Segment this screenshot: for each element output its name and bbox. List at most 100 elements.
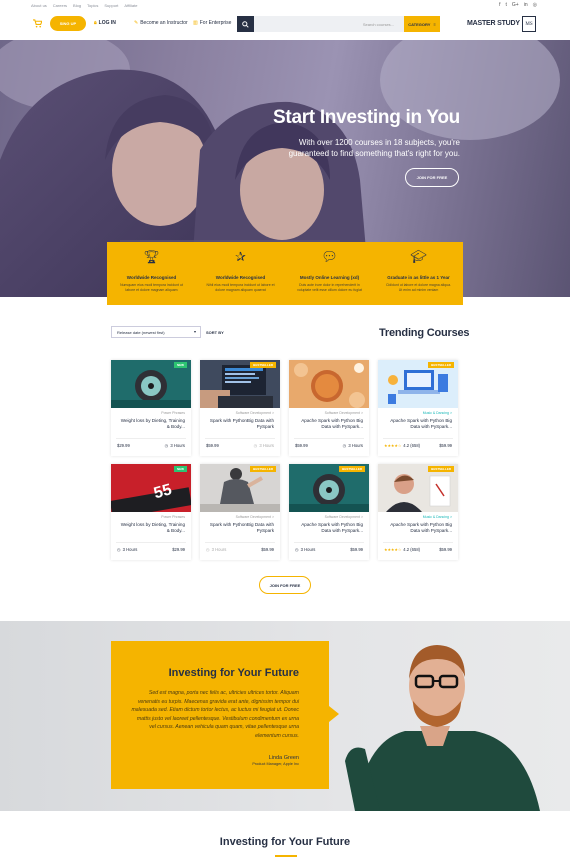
course-card[interactable]: 55 NEW Power Phrases Weight loss by Diet… [111,464,191,560]
social-links: f t G+ in ◎ [499,2,537,8]
feature-desc: Cididunt ut labore et dolore magna aliqu… [386,283,451,292]
feature-desc: Nihil eius modi tempora incidunt ut labo… [206,283,275,292]
logo-text[interactable]: MASTER STUDY [467,20,520,27]
building-icon: ▥ [193,20,198,26]
trophy-icon: 🏆︎ [143,249,160,264]
course-card[interactable]: BESTSELLER Music & Dancing > Apache Spar… [378,464,458,560]
course-rating: ★★★★☆ 4.2 (658) [384,443,420,448]
course-price: $59.99 [439,443,452,448]
course-title[interactable]: Spark with PythonBig Data with PySpark [206,418,274,430]
feature-title: Graduate in as little as 1 Year [387,275,450,280]
facebook-icon[interactable]: f [499,2,500,8]
course-category[interactable]: Power Phrases [161,515,185,519]
course-category[interactable]: Software Development > [236,515,274,519]
top-link-blog[interactable]: Blog [73,3,81,8]
lock-icon: 🔒︎ [94,20,97,26]
clock-icon: ◷ [164,443,169,448]
divider [294,438,364,439]
sort-select[interactable]: Release date (newest first) ▾ [111,326,201,338]
search-input[interactable]: Search courses... [254,16,404,32]
badge-bestseller: BESTSELLER [250,362,276,368]
course-title[interactable]: Weight loss by Dieting, Training & Body.… [117,522,185,534]
testimonial-title: Investing for Your Future [168,667,299,679]
hero-join-button[interactable]: JOIN FOR FREE [405,168,459,187]
divider [116,438,186,439]
testimonial-quote: Sed est magna, porta nec felis ac, ultri… [131,690,299,739]
header: SING UP 🔒︎ LOG IN ✎ Become an Instructor… [0,10,570,40]
top-link-support[interactable]: Support [104,3,118,8]
instagram-icon[interactable]: ◎ [533,2,537,8]
top-link-affiliate[interactable]: Affiliate [124,3,137,8]
signup-button[interactable]: SING UP [50,16,86,31]
enterprise-link[interactable]: ▥ For Enterprise [193,20,231,26]
course-category[interactable]: Software Development > [325,411,363,415]
course-duration-label: 3 Hours [259,443,274,448]
divider [205,438,275,439]
course-category[interactable]: Power Phrases [161,411,185,415]
course-title[interactable]: Weight loss by Dieting, Training & Body.… [117,418,185,430]
clock-icon: ◷ [117,547,121,552]
feature-item: ✰ Worldwide Recognised Nihil eius modi t… [196,242,285,305]
course-title[interactable]: Apache Spark with Python Big Data with P… [384,418,452,430]
course-card[interactable]: BESTSELLER Software Development > Spark … [200,360,280,456]
heading-underline [275,855,297,857]
become-instructor-link[interactable]: ✎ Become an Instructor [134,20,188,26]
divider [116,542,186,543]
course-duration-label: 3 Hours [348,443,363,448]
enterprise-label: For Enterprise [199,20,232,26]
feature-title: Worldwide Recognised [215,275,266,280]
feature-item: 🏆︎ Worldwide Recognised Numquam eius mod… [107,242,196,305]
divider [294,542,364,543]
course-title[interactable]: Apache Spark with Python Big Data with P… [295,522,363,534]
feature-title: Worldwide Recognised [126,275,177,280]
feature-desc: Numquam eius modi tempora incidunt ut la… [120,283,183,292]
login-link[interactable]: 🔒︎ LOG IN [94,20,116,26]
top-links: About us Careers Blog Topics Support Aff… [31,3,137,8]
course-duration: ◷ 3 Hours [295,547,315,552]
course-price: $59.99 [295,443,308,448]
top-link-careers[interactable]: Careers [53,3,67,8]
feature-title: Mostly Online Learning (xd) [299,275,360,280]
course-card[interactable]: BESTSELLER Software Development > Apache… [289,464,369,560]
top-link-about[interactable]: About us [31,3,47,8]
section-heading: Investing for Your Future [219,836,351,848]
cart-icon[interactable] [33,19,43,28]
course-category[interactable]: Software Development > [325,515,363,519]
course-card[interactable]: NEW Power Phrases Weight loss by Dieting… [111,360,191,456]
category-label: CATEGORY [408,21,431,27]
testimonial-author-role: Product Manager, Apple Inc [252,762,299,766]
logo-mark[interactable]: MS [522,16,536,32]
top-link-topics[interactable]: Topics [87,3,98,8]
linkedin-icon[interactable]: in [524,2,528,8]
graduation-icon: 🎓︎ [410,249,427,264]
course-image [289,360,369,408]
hero-title: Start Investing in You [273,107,460,128]
testimonial-card: Investing for Your Future Sed est magna,… [111,641,329,789]
course-price: $59.99 [439,547,452,552]
become-instructor-label: Become an Instructor [140,20,188,26]
course-card[interactable]: Software Development > Apache Spark with… [289,360,369,456]
category-button[interactable]: CATEGORY ≡ [404,16,440,32]
sort-selected-value: Release date (newest first) [117,329,165,335]
course-card[interactable]: BESTSELLER Music & Dancing > Apache Spar… [378,360,458,456]
course-title[interactable]: Apache Spark with Python Big Data with P… [384,522,452,534]
feature-desc: Duis aute irure dolor in reprehenderit i… [297,283,362,292]
course-title[interactable]: Spark with PythonBig Data with PySpark [206,522,274,534]
stars-hand-icon: ✰ [235,249,246,264]
sort-by-button[interactable]: SORT BY [206,330,224,335]
course-title[interactable]: Apache Spark with Python Big Data with P… [295,418,363,430]
hero-subtitle: With over 1200 courses in 18 subjects, y… [288,138,460,158]
course-duration-label: 3 Hours [170,443,185,448]
search-icon [242,20,249,28]
join-for-free-button[interactable]: JOIN FOR FREE [259,576,311,594]
course-category[interactable]: Music & Dancing > [423,515,452,519]
google-plus-icon[interactable]: G+ [512,2,519,8]
course-price: $29.99 [117,443,130,448]
clock-icon: ◷ [342,443,347,448]
course-category[interactable]: Music & Dancing > [423,411,452,415]
course-category[interactable]: Software Development > [236,411,274,415]
section-title: Trending Courses [379,327,470,339]
twitter-icon[interactable]: t [506,2,507,8]
course-card[interactable]: BESTSELLER Software Development > Spark … [200,464,280,560]
search-button[interactable] [237,16,254,32]
